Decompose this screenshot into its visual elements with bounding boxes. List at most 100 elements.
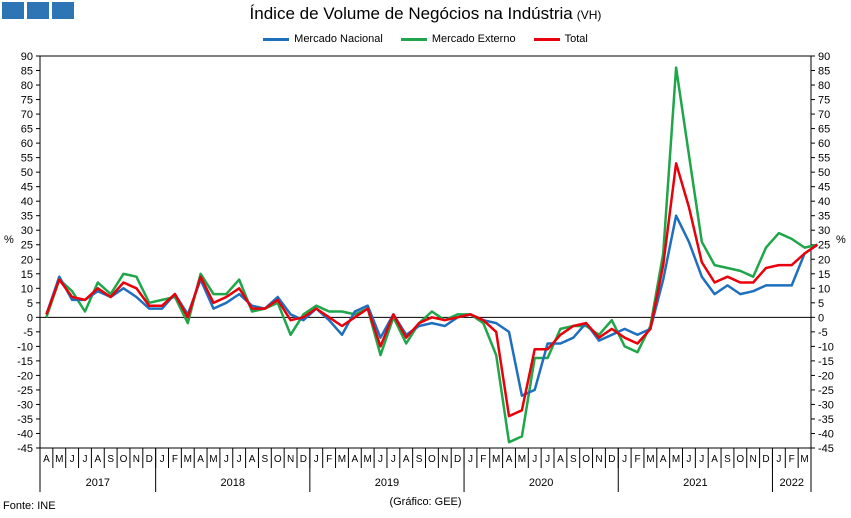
year-label: 2022 <box>779 477 803 489</box>
y-tick-label-left: 70 <box>21 109 33 121</box>
x-tick-label: S <box>416 454 423 465</box>
y-tick-label-right: 40 <box>818 196 830 208</box>
x-tick-label: N <box>287 454 294 465</box>
year-label: 2017 <box>86 477 110 489</box>
y-tick-label-right: 85 <box>818 66 830 78</box>
x-tick-label: J <box>224 454 229 465</box>
y-tick-label-left: 55 <box>21 153 33 165</box>
y-tick-label-left: 10 <box>21 283 33 295</box>
x-tick-label: A <box>403 454 410 465</box>
y-tick-label-left: -30 <box>17 399 33 411</box>
x-tick-label: M <box>364 454 372 465</box>
x-tick-label: A <box>94 454 101 465</box>
y-tick-label-right: -35 <box>818 414 834 426</box>
x-tick-label: N <box>750 454 757 465</box>
y-tick-label-right: 20 <box>818 254 830 266</box>
y-tick-label-right: -45 <box>818 443 834 455</box>
y-tick-label-left: 50 <box>21 167 33 179</box>
x-tick-label: J <box>70 454 75 465</box>
y-tick-label-left: -40 <box>17 428 33 440</box>
y-tick-label-left: 90 <box>21 51 33 63</box>
x-tick-label: J <box>686 454 691 465</box>
y-tick-label-left: 40 <box>21 196 33 208</box>
y-tick-label-left: 45 <box>21 182 33 194</box>
x-tick-label: J <box>532 454 537 465</box>
y-tick-label-right: 25 <box>818 240 830 252</box>
y-tick-label-left: 60 <box>21 138 33 150</box>
x-tick-label: M <box>338 454 346 465</box>
x-tick-label: F <box>172 454 178 465</box>
x-tick-label: O <box>120 454 128 465</box>
x-tick-label: D <box>608 454 615 465</box>
y-tick-label-left: -10 <box>17 341 33 353</box>
y-tick-label-right: 50 <box>818 167 830 179</box>
y-tick-label-right: -40 <box>818 428 834 440</box>
x-tick-label: J <box>622 454 627 465</box>
x-tick-label: F <box>480 454 486 465</box>
x-tick-label: J <box>314 454 319 465</box>
x-tick-label: J <box>82 454 87 465</box>
y-tick-label-left: 65 <box>21 124 33 136</box>
y-tick-label-left: -25 <box>17 385 33 397</box>
y-tick-label-left: -45 <box>17 443 33 455</box>
x-tick-label: M <box>646 454 654 465</box>
x-tick-label: J <box>378 454 383 465</box>
x-tick-label: M <box>492 454 500 465</box>
x-tick-label: M <box>672 454 680 465</box>
x-tick-label: N <box>133 454 140 465</box>
y-tick-label-right: -5 <box>818 327 828 339</box>
x-tick-label: S <box>262 454 269 465</box>
year-label: 2020 <box>529 477 553 489</box>
x-tick-label: F <box>326 454 332 465</box>
y-axis-label-left: % <box>4 234 14 246</box>
x-tick-label: A <box>43 454 50 465</box>
y-tick-label-right: 80 <box>818 80 830 92</box>
y-tick-label-right: 35 <box>818 211 830 223</box>
x-tick-label: A <box>351 454 358 465</box>
x-tick-label: J <box>545 454 550 465</box>
y-tick-label-right: -10 <box>818 341 834 353</box>
year-label: 2019 <box>375 477 399 489</box>
x-tick-label: J <box>776 454 781 465</box>
y-tick-label-right: 60 <box>818 138 830 150</box>
x-tick-label: A <box>711 454 718 465</box>
y-tick-label-right: 10 <box>818 283 830 295</box>
y-tick-label-left: -20 <box>17 370 33 382</box>
x-tick-label: M <box>55 454 63 465</box>
y-tick-label-left: -35 <box>17 414 33 426</box>
x-tick-label: M <box>518 454 526 465</box>
y-tick-label-right: -25 <box>818 385 834 397</box>
x-tick-label: F <box>634 454 640 465</box>
y-tick-label-right: 5 <box>818 298 824 310</box>
x-tick-label: S <box>724 454 731 465</box>
y-tick-label-right: 45 <box>818 182 830 194</box>
x-tick-label: A <box>660 454 667 465</box>
x-tick-label: D <box>146 454 153 465</box>
y-tick-label-left: 25 <box>21 240 33 252</box>
x-tick-label: D <box>454 454 461 465</box>
x-tick-label: J <box>468 454 473 465</box>
x-tick-label: O <box>582 454 590 465</box>
y-tick-label-left: 5 <box>27 298 33 310</box>
chart-source: Fonte: INE <box>3 500 56 512</box>
y-axis-label-right: % <box>836 234 846 246</box>
line-chart: -45 -45 -40 -40 -35 -35 -30 -30 -25 -25 -20 -20 -15 -… <box>4 51 846 492</box>
y-tick-label-left: 20 <box>21 254 33 266</box>
y-tick-label-left: 80 <box>21 80 33 92</box>
series-line-total <box>45 162 819 418</box>
y-tick-label-left: -5 <box>23 327 33 339</box>
x-tick-label: J <box>237 454 242 465</box>
x-tick-label: F <box>789 454 795 465</box>
x-tick-label: S <box>570 454 577 465</box>
y-tick-label-right: 15 <box>818 269 830 281</box>
series-line-mercado-externo <box>45 66 818 444</box>
y-tick-label-right: -20 <box>818 370 834 382</box>
plot-area-border <box>39 55 812 449</box>
y-tick-label-right: -15 <box>818 356 834 368</box>
y-tick-label-left: 30 <box>21 225 33 237</box>
y-tick-label-right: 75 <box>818 95 830 107</box>
y-tick-label-right: 55 <box>818 153 830 165</box>
y-tick-label-right: 0 <box>818 312 824 324</box>
y-tick-label-left: 15 <box>21 269 33 281</box>
x-tick-label: A <box>557 454 564 465</box>
